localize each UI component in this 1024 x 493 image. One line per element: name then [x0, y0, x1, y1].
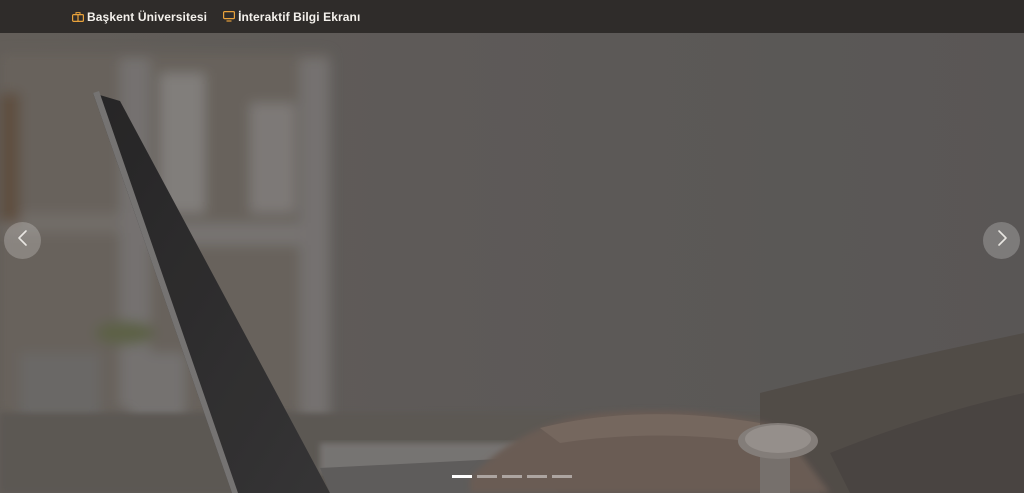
baskent-universitesi-link[interactable]: Başkent Üniversitesi: [72, 10, 207, 24]
carousel-indicator-4[interactable]: [527, 475, 547, 478]
carousel-indicators: [452, 475, 572, 478]
chevron-left-icon: [16, 229, 30, 252]
interaktif-bilgi-ekrani-label: İnteraktif Bilgi Ekranı: [238, 9, 361, 24]
carousel-indicator-5[interactable]: [552, 475, 572, 478]
monitor-icon: [223, 11, 236, 23]
hero-overlay: [0, 33, 1024, 493]
carousel-indicator-2[interactable]: [477, 475, 497, 478]
building-icon: [72, 11, 84, 23]
interaktif-bilgi-ekrani-link[interactable]: İnteraktif Bilgi Ekranı: [223, 10, 360, 24]
carousel-indicator-1[interactable]: [452, 475, 472, 478]
carousel-indicator-3[interactable]: [502, 475, 522, 478]
carousel-prev-button[interactable]: [4, 222, 41, 259]
top-navigation-bar: Başkent Üniversitesi İnteraktif Bilgi Ek…: [0, 0, 1024, 33]
hero-carousel: [0, 33, 1024, 493]
baskent-universitesi-label: Başkent Üniversitesi: [87, 9, 208, 24]
carousel-next-button[interactable]: [983, 222, 1020, 259]
chevron-right-icon: [995, 229, 1009, 252]
